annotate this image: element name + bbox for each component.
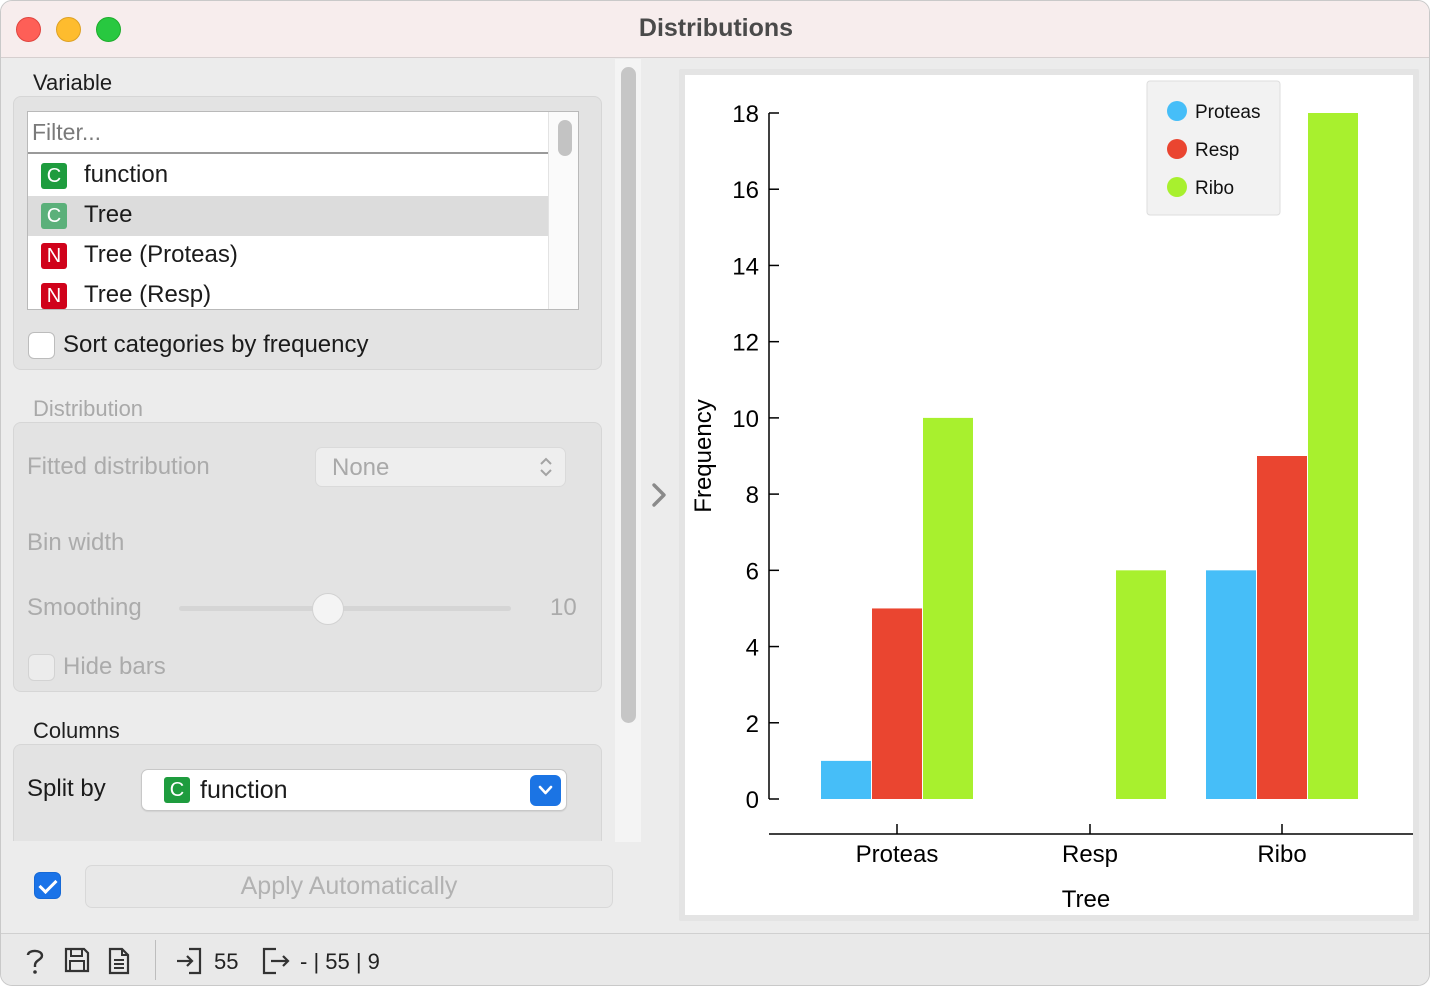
categorical-variable-icon: C: [41, 163, 67, 189]
hide-bars-checkbox[interactable]: [28, 654, 55, 681]
input-data-icon: [177, 947, 202, 975]
minimize-window-button[interactable]: [56, 17, 81, 42]
report-icon[interactable]: [107, 946, 131, 976]
split-by-select[interactable]: C function: [141, 769, 567, 811]
legend-label: Ribo: [1195, 178, 1234, 199]
help-icon[interactable]: [23, 946, 47, 976]
variable-list-item[interactable]: N Tree (Resp): [28, 276, 548, 309]
legend-swatch: [1167, 177, 1187, 197]
x-tick-label: Proteas: [856, 841, 939, 868]
up-down-chevron-icon: [539, 456, 553, 479]
variable-list-scrollbar[interactable]: [548, 112, 578, 309]
y-tick-label: 0: [746, 787, 759, 814]
hide-bars-label: Hide bars: [63, 653, 166, 680]
variable-list-item[interactable]: C function: [28, 156, 548, 196]
bar-ribo-resp: [1257, 456, 1307, 799]
variable-filter-input[interactable]: [28, 112, 548, 154]
title-bar: Distributions: [1, 1, 1429, 58]
bar-resp-ribo: [1116, 570, 1166, 799]
status-separator: [155, 940, 156, 980]
bar-chart: 0 2 4 6 8 10 12 14 16 18 Frequency Proteas Resp Ribo T…: [690, 80, 1413, 913]
y-tick-label: 4: [746, 635, 759, 662]
y-tick-label: 12: [732, 330, 759, 357]
bar-proteas-resp: [872, 608, 922, 799]
zoom-window-button[interactable]: [96, 17, 121, 42]
legend-label: Proteas: [1195, 102, 1260, 123]
bar-proteas-proteas: [821, 760, 871, 799]
y-tick-label: 6: [746, 558, 759, 585]
fitted-distribution-label: Fitted distribution: [27, 453, 210, 480]
variable-list-scroll-thumb[interactable]: [558, 120, 572, 156]
numeric-variable-icon: N: [41, 283, 67, 309]
smoothing-slider-track[interactable]: [179, 606, 511, 611]
x-axis-label: Tree: [1062, 886, 1110, 913]
y-tick-label: 14: [732, 253, 759, 280]
sort-by-frequency-checkbox[interactable]: [28, 332, 55, 359]
split-by-label: Split by: [27, 775, 106, 802]
y-tick-label: 2: [746, 711, 759, 738]
sort-by-frequency-label: Sort categories by frequency: [63, 331, 369, 358]
bar-ribo-proteas: [1206, 570, 1256, 799]
fitted-distribution-select[interactable]: None: [315, 447, 566, 487]
variable-section-label: Variable: [33, 70, 113, 95]
x-tick-label: Resp: [1062, 841, 1118, 868]
variable-list-item-label: Tree (Proteas): [84, 241, 238, 268]
y-tick-label: 10: [732, 406, 759, 433]
apply-automatically-button[interactable]: Apply Automatically: [85, 865, 613, 908]
smoothing-label: Smoothing: [27, 594, 142, 621]
output-data-icon: [262, 947, 290, 975]
input-count: 55: [214, 949, 239, 974]
legend-swatch: [1167, 101, 1187, 121]
variable-list-item[interactable]: N Tree (Proteas): [28, 236, 548, 276]
window-title: Distributions: [638, 14, 794, 42]
columns-section-label: Columns: [33, 718, 120, 743]
smoothing-value: 10: [550, 594, 577, 621]
distributions-window: Distributions Variable C function C Tree…: [0, 0, 1430, 986]
bar-ribo-ribo: [1308, 113, 1358, 799]
distribution-plot[interactable]: 0 2 4 6 8 10 12 14 16 18 Frequency Proteas Resp Ribo T…: [679, 69, 1419, 921]
close-window-button[interactable]: [16, 17, 41, 42]
collapse-panel-chevron-icon[interactable]: [649, 481, 671, 509]
y-axis-label: Frequency: [690, 399, 717, 512]
categorical-variable-icon: C: [41, 203, 67, 229]
legend-label: Resp: [1195, 140, 1239, 161]
save-icon[interactable]: [63, 946, 91, 974]
split-by-value: function: [200, 776, 288, 804]
variable-listbox[interactable]: C function C Tree N Tree (Proteas) N Tre…: [27, 111, 579, 310]
legend-swatch: [1167, 139, 1187, 159]
output-summary: - | 55 | 9: [300, 949, 380, 974]
distribution-section-label: Distribution: [33, 396, 144, 421]
y-tick-label: 16: [732, 177, 759, 204]
variable-list-item-label: Tree (Resp): [84, 281, 212, 308]
x-tick-label: Ribo: [1257, 841, 1306, 868]
numeric-variable-icon: N: [41, 243, 67, 269]
control-panel-scrollbar[interactable]: [615, 59, 641, 842]
categorical-variable-icon: C: [164, 777, 190, 803]
y-tick-label: 18: [732, 101, 759, 128]
bar-proteas-ribo: [923, 417, 973, 799]
variable-list-item-label: function: [84, 161, 169, 188]
status-bar: 55 - | 55 | 9: [1, 933, 1429, 985]
y-tick-label: 8: [746, 482, 759, 509]
variable-list-item-label: Tree: [84, 201, 133, 228]
bin-width-label: Bin width: [27, 529, 125, 556]
apply-automatically-checkbox[interactable]: [34, 872, 61, 899]
fitted-distribution-value: None: [332, 454, 390, 481]
control-panel-scroll-thumb[interactable]: [621, 67, 636, 723]
chevron-down-icon[interactable]: [530, 775, 561, 806]
variable-list-item-selected[interactable]: C Tree: [28, 196, 548, 236]
